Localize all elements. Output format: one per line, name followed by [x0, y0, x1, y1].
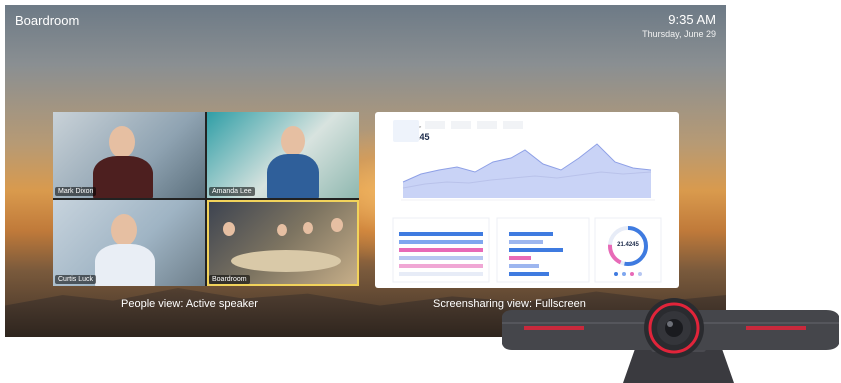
participant-face — [281, 126, 305, 156]
dashboard-graphics — [392, 120, 662, 283]
bar-panel — [496, 217, 590, 283]
active-speaker-tile[interactable]: Boardroom — [207, 200, 359, 286]
participant-tile[interactable]: Curtis Luck — [53, 200, 205, 286]
table-panel — [392, 217, 490, 283]
kpi-cards — [393, 120, 523, 142]
meeting-table — [231, 250, 341, 272]
participant-name: Boardroom — [209, 275, 250, 284]
clock-time: 9:35 AM — [668, 12, 716, 27]
shared-screen-dashboard[interactable]: Current Value 21.4245 — [375, 112, 679, 288]
people-view-grid: Mark Dixon Amanda Lee Curtis Luck Boardr… — [53, 112, 359, 286]
video-bar-camera-device — [502, 298, 839, 383]
participant-body — [267, 154, 319, 198]
participant-body — [93, 156, 153, 198]
room-name: Boardroom — [15, 13, 80, 28]
participant-face — [277, 224, 287, 236]
room-display-screen: Boardroom 9:35 AM Thursday, June 29 Mark… — [5, 5, 726, 337]
participant-tile[interactable]: Amanda Lee — [207, 112, 359, 198]
people-view-caption: People view: Active speaker — [121, 298, 258, 310]
camera-lens-icon — [644, 298, 704, 358]
participant-name: Curtis Luck — [55, 275, 97, 284]
donut-panel — [594, 217, 662, 283]
participant-name: Mark Dixon — [55, 187, 97, 196]
clock-date: Thursday, June 29 — [642, 29, 716, 39]
participant-face — [331, 218, 343, 232]
participant-tile[interactable]: Mark Dixon — [53, 112, 205, 198]
participant-face — [223, 222, 235, 236]
donut-value: 21.4245 — [617, 242, 639, 248]
participant-face — [303, 222, 313, 234]
participant-face — [109, 126, 135, 158]
participant-body — [95, 244, 155, 286]
area-chart — [401, 143, 655, 201]
participant-face — [111, 214, 137, 246]
participant-name: Amanda Lee — [209, 187, 255, 196]
